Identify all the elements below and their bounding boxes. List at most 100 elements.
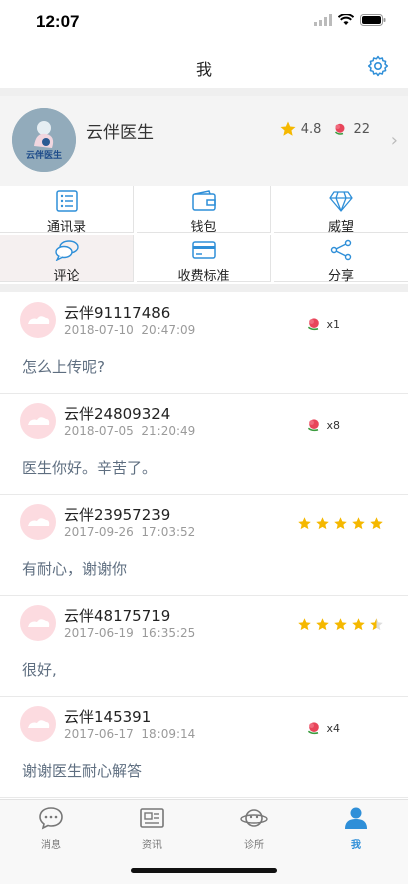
comment-icon	[54, 240, 79, 261]
battery-icon	[360, 14, 386, 26]
grid-label-prestige: 威望	[327, 220, 354, 235]
review-message: 谢谢医生耐心解答	[22, 762, 143, 780]
review-message: 怎么上传呢?	[22, 358, 105, 376]
grid-label-wallet: 钱包	[190, 220, 217, 235]
avatar: 云伴医生	[12, 108, 76, 172]
profile-icon	[345, 807, 367, 829]
review-date: 2018-07-10	[64, 323, 134, 337]
profile-stats: 4.8 22	[279, 120, 370, 138]
tab-news[interactable]: 资讯	[112, 806, 192, 851]
review-date: 2017-06-19	[64, 626, 134, 640]
status-time: 12:07	[36, 12, 80, 31]
tab-messages[interactable]: 消息	[11, 806, 91, 851]
user-name: 云伴24809324	[64, 405, 171, 423]
review-time: 18:09:14	[141, 727, 196, 741]
wallet-icon	[191, 190, 216, 211]
flower-count: x1	[326, 317, 340, 331]
grid-label-fees: 收费标准	[177, 269, 230, 284]
star-icon	[370, 517, 383, 530]
user-name: 云伴145391	[64, 708, 152, 726]
user-avatar	[20, 302, 56, 338]
function-grid: 通讯录 钱包 威望 评论 收费标准 分享	[0, 186, 408, 284]
review-time: 16:35:25	[141, 626, 196, 640]
flower-count: 22	[353, 121, 370, 137]
flower-icon	[335, 123, 345, 135]
review-time: 17:03:52	[141, 525, 196, 539]
tab-label: 我	[351, 840, 361, 851]
user-avatar	[20, 605, 56, 641]
grid-item-fees[interactable]: 收费标准	[137, 235, 271, 284]
divider	[0, 88, 408, 96]
list-item[interactable]: 云伴23957239 2017-09-26 17:03:52 有耐心，谢谢你	[0, 494, 408, 596]
review-time: 20:47:09	[141, 323, 196, 337]
chevron-right-icon: ›	[390, 130, 398, 151]
tab-clinic[interactable]: 诊所	[214, 806, 294, 851]
tab-label: 诊所	[244, 840, 264, 851]
star-icon	[298, 618, 311, 631]
user-name: 云伴23957239	[64, 506, 171, 524]
grid-item-comments[interactable]: 评论	[0, 235, 134, 284]
gear-icon[interactable]	[366, 54, 390, 78]
list-item[interactable]: 云伴48175719 2017-06-19 16:35:25 很好,	[0, 595, 408, 697]
status-bar: 12:07	[0, 0, 408, 44]
page-title: 我	[195, 60, 212, 79]
star-rating	[297, 516, 384, 531]
news-icon	[140, 808, 164, 828]
profile-card[interactable]: 云伴医生 云伴医生 4.8 22 ›	[0, 96, 408, 186]
tab-profile[interactable]: 我	[316, 806, 396, 851]
review-date: 2017-06-17	[64, 727, 134, 741]
star-icon	[316, 517, 329, 530]
star-icon	[334, 618, 347, 631]
grid-label-contacts: 通讯录	[46, 220, 86, 235]
grid-item-prestige[interactable]: 威望	[274, 186, 408, 235]
tab-label: 消息	[41, 840, 61, 851]
grid-item-wallet[interactable]: 钱包	[137, 186, 271, 235]
user-avatar	[20, 706, 56, 742]
flower-icon	[308, 318, 320, 331]
grid-item-share[interactable]: 分享	[274, 235, 408, 284]
message-icon	[39, 807, 63, 830]
user-name: 云伴91117486	[64, 304, 171, 322]
review-message: 很好,	[22, 661, 57, 679]
flower-icon	[308, 722, 320, 735]
star-icon	[316, 618, 329, 631]
star-icon	[352, 618, 365, 631]
nav-bar: 我	[0, 44, 408, 88]
review-time: 21:20:49	[141, 424, 196, 438]
list-item[interactable]: 云伴24809324 2018-07-05 21:20:49 x8 医生你好。辛…	[0, 393, 408, 495]
star-rating	[297, 617, 384, 632]
star-icon	[334, 517, 347, 530]
home-indicator	[131, 868, 277, 873]
review-message: 有耐心，谢谢你	[22, 560, 128, 578]
review-message: 医生你好。辛苦了。	[22, 459, 158, 477]
list-item[interactable]: 云伴145391 2017-06-17 18:09:14 x4 谢谢医生耐心解答	[0, 696, 408, 798]
rating-value: 4.8	[300, 121, 322, 137]
star-icon	[370, 618, 383, 631]
star-icon	[352, 517, 365, 530]
star-icon	[280, 121, 296, 136]
flower-count: x4	[326, 721, 340, 735]
grid-item-contacts[interactable]: 通讯录	[0, 186, 134, 235]
signal-icon	[314, 14, 332, 26]
logo-icon	[12, 108, 76, 172]
clinic-icon	[240, 809, 268, 827]
diamond-icon	[329, 191, 353, 212]
flower-icon	[308, 419, 320, 432]
review-date: 2017-09-26	[64, 525, 134, 539]
grid-label-share: 分享	[327, 269, 354, 284]
user-name: 云伴48175719	[64, 607, 171, 625]
list-item[interactable]: 云伴91117486 2018-07-10 20:47:09 x1 怎么上传呢?	[0, 292, 408, 394]
user-avatar	[20, 403, 56, 439]
grid-label-comments: 评论	[53, 269, 80, 284]
user-avatar	[20, 504, 56, 540]
tab-label: 资讯	[142, 840, 162, 851]
star-icon	[298, 517, 311, 530]
divider	[0, 284, 408, 292]
doctor-name: 云伴医生	[86, 123, 154, 143]
contacts-icon	[55, 190, 78, 212]
avatar-text: 云伴医生	[25, 151, 62, 161]
review-date: 2018-07-05	[64, 424, 134, 438]
share-icon	[330, 239, 352, 261]
card-icon	[191, 241, 216, 259]
flower-count: x8	[326, 418, 340, 432]
